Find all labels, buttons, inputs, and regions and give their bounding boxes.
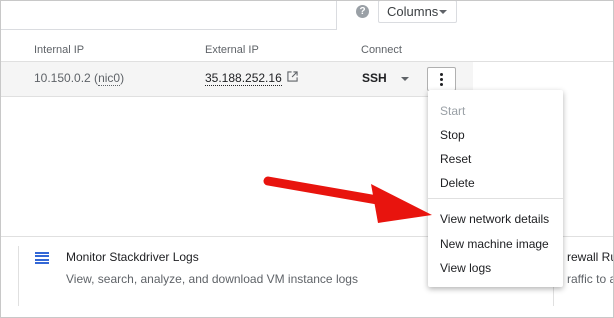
kebab-dot (440, 82, 443, 86)
external-ip-link[interactable]: 35.188.252.16 (205, 71, 282, 86)
nic-link[interactable]: nic0 (98, 71, 121, 86)
internal-ip-value: 10.150.0.2 (nic0) (34, 71, 125, 86)
menu-item-view-logs[interactable]: View logs (440, 261, 491, 275)
columns-button-label: Columns (387, 4, 439, 19)
card-description-firewall: raffic to a (567, 272, 614, 286)
help-icon[interactable]: ? (356, 5, 369, 18)
list-icon (35, 252, 49, 264)
external-link-icon[interactable] (287, 71, 298, 82)
actions-menu: Start Stop Reset Delete View network det… (428, 90, 563, 287)
menu-item-start: Start (440, 104, 466, 118)
ssh-button[interactable]: SSH (362, 71, 387, 85)
card-left-border (18, 246, 19, 306)
nic-suffix: ) (120, 71, 125, 85)
nic-prefix: ( (90, 71, 99, 85)
more-actions-button[interactable] (427, 67, 456, 91)
menu-item-delete[interactable]: Delete (440, 176, 475, 190)
kebab-dot (440, 77, 443, 81)
card-description-monitor-logs: View, search, analyze, and download VM i… (66, 272, 358, 286)
header-connect: Connect (361, 44, 402, 56)
card-title-monitor-logs[interactable]: Monitor Stackdriver Logs (66, 250, 199, 264)
menu-divider (428, 198, 563, 199)
chevron-down-icon (439, 10, 447, 14)
header-internal-ip[interactable]: Internal IP (34, 44, 84, 56)
menu-item-new-machine-image[interactable]: New machine image (440, 237, 549, 251)
columns-button[interactable]: Columns (378, 1, 457, 23)
card-title-firewall[interactable]: rewall Rul (567, 250, 613, 264)
menu-item-stop[interactable]: Stop (440, 128, 465, 142)
header-external-ip[interactable]: External IP (205, 44, 259, 56)
internal-ip-text: 10.150.0.2 (34, 71, 91, 85)
menu-item-view-network-details[interactable]: View network details (440, 212, 549, 226)
row-divider (1, 96, 473, 97)
ssh-dropdown-icon[interactable] (401, 77, 409, 81)
filter-bar[interactable] (1, 1, 337, 30)
instance-page: ? Columns Internal IP External IP Connec… (0, 0, 614, 318)
kebab-dot (440, 72, 443, 76)
menu-item-reset[interactable]: Reset (440, 152, 471, 166)
